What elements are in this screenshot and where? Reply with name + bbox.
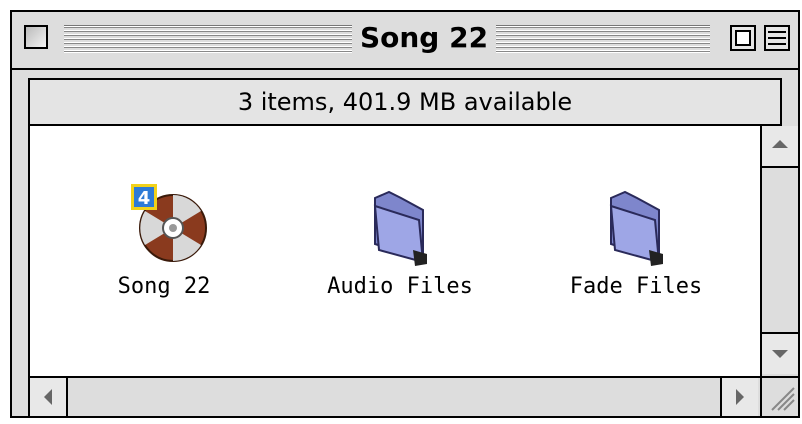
horizontal-scrollbar[interactable] xyxy=(28,376,760,416)
close-box[interactable] xyxy=(24,25,48,49)
file-label: Fade Files xyxy=(569,274,703,299)
window-title: Song 22 xyxy=(352,18,496,58)
title-stripes-left xyxy=(64,25,352,53)
scroll-left-icon xyxy=(44,389,52,405)
collapse-icon-line xyxy=(768,37,786,39)
zoom-icon xyxy=(735,30,751,46)
resize-box[interactable] xyxy=(760,376,798,416)
title-stripes-right xyxy=(496,25,710,53)
file-label: Song 22 xyxy=(117,274,211,299)
svg-text:4: 4 xyxy=(138,188,151,209)
scroll-right-button[interactable] xyxy=(720,378,758,416)
scroll-up-button[interactable] xyxy=(762,126,798,168)
file-item-song-22[interactable]: 4 Song 22 xyxy=(74,180,254,299)
status-bar: 3 items, 401.9 MB available xyxy=(28,78,782,126)
zoom-box[interactable] xyxy=(730,25,756,51)
finder-window: Song 22 3 items, 401.9 MB available 4 So… xyxy=(10,10,800,418)
file-label: Audio Files xyxy=(327,274,473,299)
collapse-icon xyxy=(768,31,786,33)
scroll-right-icon xyxy=(736,389,744,405)
title-bar[interactable]: Song 22 xyxy=(12,12,798,70)
scroll-up-icon xyxy=(772,140,788,148)
file-item-fade-files[interactable]: Fade Files xyxy=(546,180,726,299)
file-item-audio-files[interactable]: Audio Files xyxy=(310,180,490,299)
resize-grip-icon xyxy=(771,387,795,411)
collapse-box[interactable] xyxy=(764,25,790,51)
scroll-left-button[interactable] xyxy=(30,378,68,416)
folder-icon xyxy=(609,190,663,266)
scroll-down-button[interactable] xyxy=(762,332,798,374)
vertical-scrollbar[interactable] xyxy=(760,126,798,376)
song-reel-icon: 4 xyxy=(131,184,207,262)
file-view: 4 Song 22 Audio Files Fade Files xyxy=(28,126,760,376)
scroll-down-icon xyxy=(772,350,788,358)
collapse-icon-line xyxy=(768,43,786,45)
folder-icon xyxy=(373,190,427,266)
